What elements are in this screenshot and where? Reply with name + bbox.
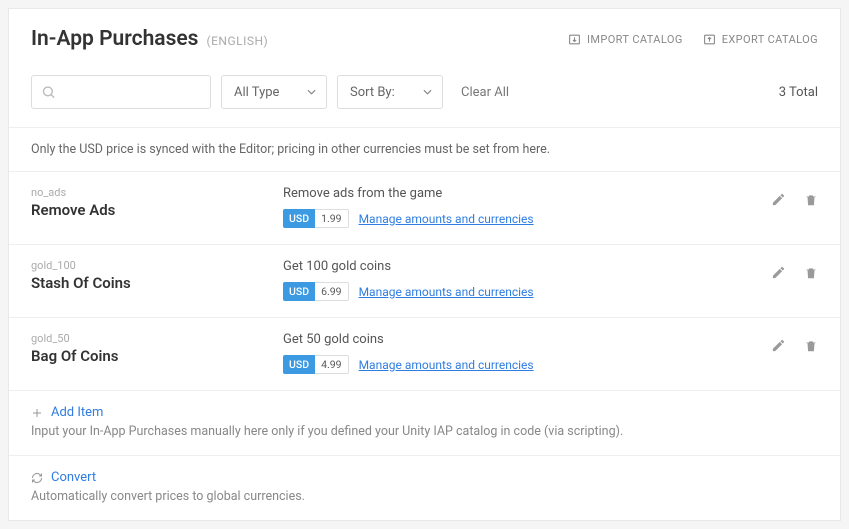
iap-name: Stash Of Coins <box>31 274 283 292</box>
delete-button[interactable] <box>804 266 818 280</box>
refresh-icon <box>31 472 43 484</box>
price-currency: USD <box>283 355 315 374</box>
page-title: In-App Purchases <box>31 27 198 51</box>
iap-row: gold_50 Bag Of Coins Get 50 gold coins U… <box>9 318 840 391</box>
price-badge: USD 4.99 <box>283 355 349 374</box>
manage-currencies-link[interactable]: Manage amounts and currencies <box>359 358 534 372</box>
price-value: 1.99 <box>315 209 348 228</box>
iap-id: gold_50 <box>31 332 283 345</box>
iap-id: gold_100 <box>31 259 283 272</box>
plus-icon <box>31 407 43 419</box>
export-icon <box>703 33 716 46</box>
caret-down-icon <box>307 88 316 97</box>
iap-row: no_ads Remove Ads Remove ads from the ga… <box>9 172 840 245</box>
delete-button[interactable] <box>804 339 818 353</box>
convert-label: Convert <box>51 470 96 485</box>
manage-currencies-link[interactable]: Manage amounts and currencies <box>359 212 534 226</box>
export-catalog-button[interactable]: EXPORT CATALOG <box>703 33 818 46</box>
sync-note: Only the USD price is synced with the Ed… <box>9 128 840 172</box>
import-catalog-button[interactable]: IMPORT CATALOG <box>568 33 683 46</box>
price-badge: USD 1.99 <box>283 209 349 228</box>
edit-button[interactable] <box>771 338 786 353</box>
iap-name: Bag Of Coins <box>31 347 283 365</box>
header-left: In-App Purchases (ENGLISH) <box>31 27 268 51</box>
iap-description: Get 100 gold coins <box>283 259 771 274</box>
iap-name: Remove Ads <box>31 201 283 219</box>
language-tag: (ENGLISH) <box>206 34 268 48</box>
edit-button[interactable] <box>771 192 786 207</box>
sort-dropdown-label: Sort By: <box>350 85 395 100</box>
add-item-section: Add Item Input your In-App Purchases man… <box>9 391 840 456</box>
iap-row: gold_100 Stash Of Coins Get 100 gold coi… <box>9 245 840 318</box>
panel-header: In-App Purchases (ENGLISH) IMPORT CATALO… <box>9 9 840 65</box>
iap-description: Remove ads from the game <box>283 186 771 201</box>
type-dropdown-label: All Type <box>234 85 279 100</box>
export-label: EXPORT CATALOG <box>722 33 818 46</box>
search-wrapper <box>31 75 211 109</box>
caret-down-icon <box>423 88 432 97</box>
manage-currencies-link[interactable]: Manage amounts and currencies <box>359 285 534 299</box>
import-icon <box>568 33 581 46</box>
iap-description: Get 50 gold coins <box>283 332 771 347</box>
iap-list: no_ads Remove Ads Remove ads from the ga… <box>9 172 840 391</box>
type-dropdown[interactable]: All Type <box>221 75 327 109</box>
sort-dropdown[interactable]: Sort By: <box>337 75 443 109</box>
add-item-help: Input your In-App Purchases manually her… <box>31 424 818 439</box>
clear-all-button[interactable]: Clear All <box>461 85 509 100</box>
delete-button[interactable] <box>804 193 818 207</box>
price-currency: USD <box>283 282 315 301</box>
convert-help: Automatically convert prices to global c… <box>31 489 818 504</box>
add-item-button[interactable]: Add Item <box>31 405 818 420</box>
price-value: 6.99 <box>315 282 348 301</box>
edit-button[interactable] <box>771 265 786 280</box>
price-badge: USD 6.99 <box>283 282 349 301</box>
iap-id: no_ads <box>31 186 283 199</box>
price-currency: USD <box>283 209 315 228</box>
convert-section: Convert Automatically convert prices to … <box>9 456 840 520</box>
filter-bar: All Type Sort By: Clear All 3 Total <box>9 65 840 128</box>
search-input[interactable] <box>31 75 211 109</box>
add-item-label: Add Item <box>51 405 103 420</box>
price-value: 4.99 <box>315 355 348 374</box>
search-icon <box>41 85 56 100</box>
header-actions: IMPORT CATALOG EXPORT CATALOG <box>568 33 818 46</box>
iap-panel: In-App Purchases (ENGLISH) IMPORT CATALO… <box>8 8 841 521</box>
import-label: IMPORT CATALOG <box>587 33 683 46</box>
convert-button[interactable]: Convert <box>31 470 818 485</box>
total-count: 3 Total <box>779 85 818 100</box>
